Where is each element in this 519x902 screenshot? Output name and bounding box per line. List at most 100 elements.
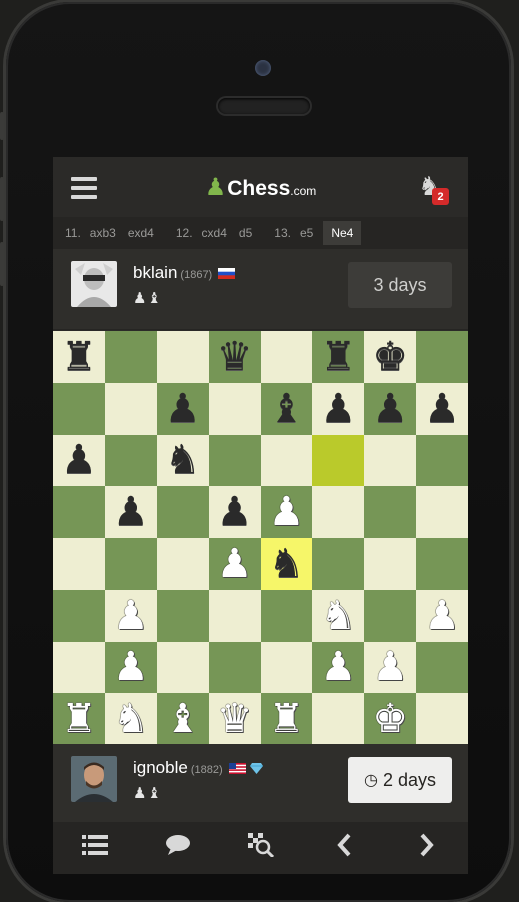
square-d5[interactable]: ♟ <box>208 486 261 538</box>
player-name[interactable]: ignoble <box>133 758 188 777</box>
square-b5[interactable]: ♟ <box>104 486 157 538</box>
black-knight-icon[interactable]: ♞ <box>269 544 305 584</box>
white-pawn-icon[interactable]: ♟ <box>113 596 149 636</box>
move-current[interactable]: Ne4 <box>323 221 362 245</box>
avatar[interactable] <box>71 756 117 802</box>
moves-list-icon[interactable] <box>75 834 115 862</box>
square-e6[interactable] <box>260 434 313 487</box>
square-b6[interactable] <box>104 434 157 487</box>
black-bishop-icon[interactable]: ♝ <box>269 389 305 429</box>
square-c2[interactable] <box>156 641 209 694</box>
square-g1[interactable]: ♚ <box>364 693 417 745</box>
challenges-button[interactable]: ♞ 2 <box>418 171 450 205</box>
square-d7[interactable] <box>208 382 261 435</box>
square-g3[interactable] <box>364 589 417 642</box>
white-king-icon[interactable]: ♚ <box>372 699 408 739</box>
black-pawn-icon[interactable]: ♟ <box>113 492 149 532</box>
square-f2[interactable]: ♟ <box>312 641 365 694</box>
square-c5[interactable] <box>156 486 209 538</box>
menu-icon[interactable] <box>71 177 97 199</box>
square-a3[interactable] <box>53 589 105 642</box>
white-pawn-icon[interactable]: ♟ <box>269 492 305 532</box>
square-a1[interactable]: ♜ <box>53 693 105 745</box>
square-b7[interactable] <box>104 382 157 435</box>
white-bishop-icon[interactable]: ♝ <box>165 699 201 739</box>
white-pawn-icon[interactable]: ♟ <box>113 647 149 687</box>
square-b1[interactable]: ♞ <box>104 693 157 745</box>
square-g6[interactable] <box>364 434 417 487</box>
white-pawn-icon[interactable]: ♟ <box>424 596 460 636</box>
square-f5[interactable] <box>312 486 365 538</box>
black-pawn-icon[interactable]: ♟ <box>61 440 97 480</box>
square-d4[interactable]: ♟ <box>208 538 261 590</box>
square-d8[interactable]: ♛ <box>208 331 261 383</box>
chat-icon[interactable] <box>158 834 198 862</box>
square-a5[interactable] <box>53 486 105 538</box>
move-white[interactable]: e5 <box>294 226 319 240</box>
chess-logo[interactable]: ♟ Chess .com <box>205 173 317 202</box>
square-c8[interactable] <box>156 331 209 383</box>
square-a7[interactable] <box>53 382 105 435</box>
black-rook-icon[interactable]: ♜ <box>320 337 356 377</box>
black-queen-icon[interactable]: ♛ <box>217 337 253 377</box>
square-g4[interactable] <box>364 538 417 590</box>
black-rook-icon[interactable]: ♜ <box>61 337 97 377</box>
black-pawn-icon[interactable]: ♟ <box>165 389 201 429</box>
analysis-icon[interactable] <box>241 833 281 863</box>
square-d6[interactable] <box>208 434 261 487</box>
square-g5[interactable] <box>364 486 417 538</box>
square-a4[interactable] <box>53 538 105 590</box>
square-b3[interactable]: ♟ <box>104 589 157 642</box>
move-black[interactable]: d5 <box>233 226 258 240</box>
move-black[interactable]: exd4 <box>122 226 160 240</box>
square-a2[interactable] <box>53 641 105 694</box>
square-g2[interactable]: ♟ <box>364 641 417 694</box>
square-h7[interactable]: ♟ <box>416 382 468 435</box>
square-c4[interactable] <box>156 538 209 590</box>
square-h3[interactable]: ♟ <box>416 589 468 642</box>
white-knight-icon[interactable]: ♞ <box>113 699 149 739</box>
square-h2[interactable] <box>416 641 468 694</box>
black-pawn-icon[interactable]: ♟ <box>320 389 356 429</box>
white-pawn-icon[interactable]: ♟ <box>320 647 356 687</box>
square-e4[interactable]: ♞ <box>260 538 313 590</box>
square-e2[interactable] <box>260 641 313 694</box>
square-c1[interactable]: ♝ <box>156 693 209 745</box>
square-a8[interactable]: ♜ <box>53 331 105 383</box>
black-pawn-icon[interactable]: ♟ <box>424 389 460 429</box>
chess-board[interactable]: ♜ ♛ ♜ ♚ ♟ ♝ ♟ ♟ ♟ ♟ ♞ ♟ ♟ ♟ ♟ ♞ ♟ ♞ ♟ ♟ ♟ ♟ ♜ ♞ ♝ ♛ ♜ ♚ <box>53 331 468 745</box>
black-king-icon[interactable]: ♚ <box>372 337 408 377</box>
square-d2[interactable] <box>208 641 261 694</box>
square-b8[interactable] <box>104 331 157 383</box>
square-c7[interactable]: ♟ <box>156 382 209 435</box>
square-e3[interactable] <box>260 589 313 642</box>
back-arrow-icon[interactable] <box>324 833 364 863</box>
square-e1[interactable]: ♜ <box>260 693 313 745</box>
square-d1[interactable]: ♛ <box>208 693 261 745</box>
square-c3[interactable] <box>156 589 209 642</box>
square-e8[interactable] <box>260 331 313 383</box>
square-f3[interactable]: ♞ <box>312 589 365 642</box>
square-f6[interactable] <box>312 434 365 487</box>
white-knight-icon[interactable]: ♞ <box>320 596 356 636</box>
square-h8[interactable] <box>416 331 468 383</box>
square-h4[interactable] <box>416 538 468 590</box>
square-b4[interactable] <box>104 538 157 590</box>
square-f1[interactable] <box>312 693 365 745</box>
square-h5[interactable] <box>416 486 468 538</box>
black-pawn-icon[interactable]: ♟ <box>372 389 408 429</box>
square-h6[interactable] <box>416 434 468 487</box>
white-pawn-icon[interactable]: ♟ <box>372 647 408 687</box>
player-name[interactable]: bklain <box>133 263 177 282</box>
avatar[interactable] <box>71 261 117 307</box>
square-f7[interactable]: ♟ <box>312 382 365 435</box>
move-white[interactable]: axb3 <box>84 226 122 240</box>
black-pawn-icon[interactable]: ♟ <box>217 492 253 532</box>
square-f8[interactable]: ♜ <box>312 331 365 383</box>
white-pawn-icon[interactable]: ♟ <box>217 544 253 584</box>
square-a6[interactable]: ♟ <box>53 434 105 487</box>
forward-arrow-icon[interactable] <box>407 833 447 863</box>
white-queen-icon[interactable]: ♛ <box>217 699 253 739</box>
square-d3[interactable] <box>208 589 261 642</box>
square-c6[interactable]: ♞ <box>156 434 209 487</box>
